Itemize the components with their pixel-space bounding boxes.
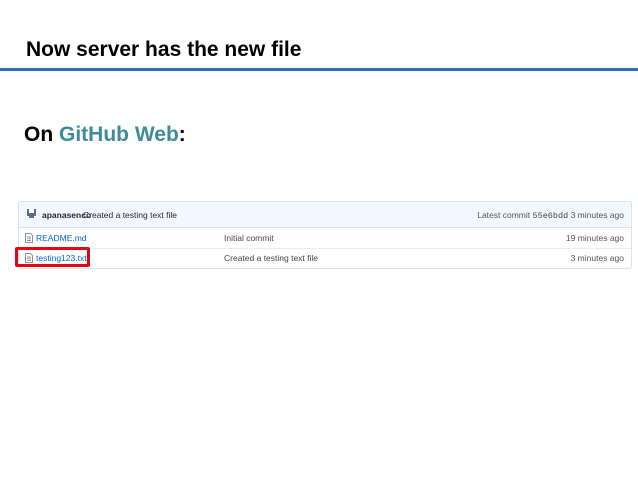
subtitle-accent: GitHub Web <box>59 123 179 146</box>
subtitle-prefix: On <box>24 123 59 146</box>
file-text-icon <box>25 233 33 243</box>
user-avatar-icon[interactable] <box>26 208 37 219</box>
file-row: testing123.txt Created a testing text fi… <box>19 248 631 268</box>
file-age: 19 minutes ago <box>565 233 624 243</box>
subtitle-suffix: : <box>178 123 186 146</box>
file-commit-message-link[interactable]: Created a testing text file <box>224 253 318 263</box>
slide-subtitle: On GitHub Web: <box>24 123 186 147</box>
github-file-table: apanasenco Created a testing text file L… <box>18 201 632 269</box>
title-divider <box>0 68 638 71</box>
latest-commit-header: apanasenco Created a testing text file L… <box>19 202 631 228</box>
commit-age: 3 minutes ago <box>570 210 624 220</box>
commit-message-link[interactable]: Created a testing text file <box>83 210 177 220</box>
latest-commit-info: Latest commit 55e6bdd 3 minutes ago <box>477 210 624 221</box>
commit-sha-link[interactable]: 55e6bdd <box>533 211 569 221</box>
slide-title: Now server has the new file <box>26 38 302 61</box>
file-age: 3 minutes ago <box>570 253 624 263</box>
file-commit-message-link[interactable]: Initial commit <box>224 233 274 243</box>
slide: Now server has the new file On GitHub We… <box>0 0 638 478</box>
file-name-link[interactable]: README.md <box>36 233 87 243</box>
latest-commit-label: Latest commit <box>477 210 531 220</box>
file-row: README.md Initial commit 19 minutes ago <box>19 228 631 249</box>
highlight-annotation-box <box>15 247 90 267</box>
